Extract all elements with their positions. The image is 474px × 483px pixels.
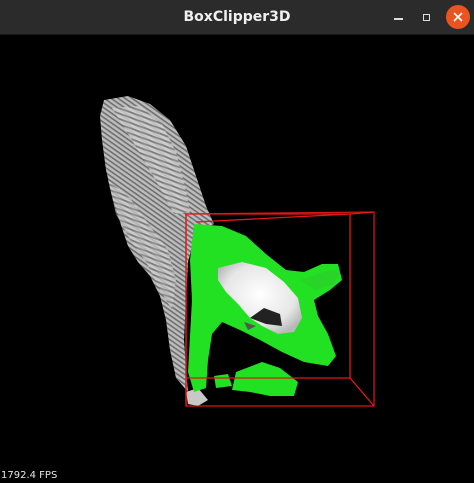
minimize-icon [393, 18, 403, 20]
minimize-button[interactable] [386, 5, 410, 29]
maximize-button[interactable] [414, 5, 438, 29]
app-window: BoxClipper3D 1792.4 FPS [0, 0, 474, 483]
maximize-icon [422, 13, 430, 21]
point-cloud-scene [100, 96, 375, 407]
title-bar[interactable]: BoxClipper3D [0, 0, 474, 35]
fps-counter: 1792.4 FPS [1, 470, 58, 481]
render-viewport[interactable]: 1792.4 FPS [0, 35, 474, 483]
close-button[interactable] [446, 5, 470, 29]
close-icon [453, 12, 463, 22]
